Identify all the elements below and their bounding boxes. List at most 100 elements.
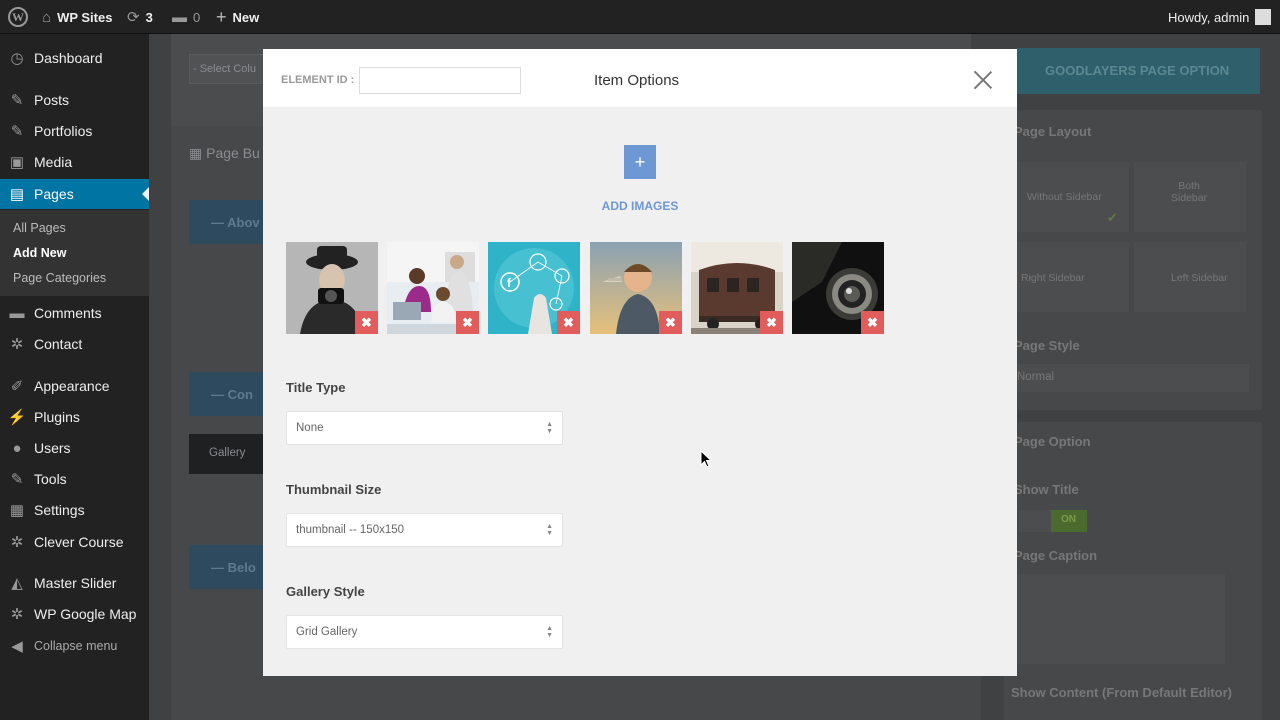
menu-tools[interactable]: ✎ Tools xyxy=(0,464,149,494)
thumbnail-size-label: Thumbnail Size xyxy=(286,482,382,497)
modal-header: ELEMENT ID : Item Options xyxy=(263,49,1017,107)
submenu-add-new[interactable]: Add New xyxy=(13,246,66,260)
element-id-label: ELEMENT ID : xyxy=(281,74,355,86)
gear-icon: ✲ xyxy=(10,606,24,623)
gallery-thumbnail[interactable]: ✖ xyxy=(691,242,783,334)
admin-sidebar: ◷ Dashboard ✎ Posts ✎ Portfolios ▣ Media ▤ Pa… xyxy=(0,34,149,720)
bg-layout-both-text: Both Sidebar xyxy=(1170,180,1208,204)
gallery-style-value: Grid Gallery xyxy=(296,626,358,638)
plus-icon: + xyxy=(634,151,646,172)
comments-count: 0 xyxy=(193,9,201,25)
bg-page-builder-text: Page Bu xyxy=(206,145,260,161)
close-icon[interactable] xyxy=(973,70,993,90)
bg-section-above-text: — Abov xyxy=(211,215,260,230)
menu-label: Plugins xyxy=(34,409,80,425)
bg-section-content-text: — Con xyxy=(211,387,253,402)
bg-page-style: Page Style xyxy=(1014,338,1080,353)
menu-label: Contact xyxy=(34,336,83,352)
select-arrows-icon: ▲ ▼ xyxy=(546,421,553,435)
delete-image-button[interactable]: ✖ xyxy=(861,311,884,334)
avatar xyxy=(1255,9,1272,25)
delete-image-button[interactable]: ✖ xyxy=(760,311,783,334)
item-options-modal: ELEMENT ID : Item Options + ADD IMAGES ✖ xyxy=(263,49,1017,676)
collapse-label: Collapse menu xyxy=(34,639,118,653)
menu-users[interactable]: ● Users xyxy=(0,433,149,463)
refresh-icon: ⟳ xyxy=(127,9,140,26)
submenu-all-pages[interactable]: All Pages xyxy=(13,221,66,235)
menu-contact[interactable]: ✲ Contact xyxy=(0,329,149,359)
menu-plugins[interactable]: ⚡ Plugins xyxy=(0,402,149,432)
menu-label: Appearance xyxy=(34,378,110,394)
add-images-label[interactable]: ADD IMAGES xyxy=(263,199,1017,213)
menu-media[interactable]: ▣ Media xyxy=(0,147,149,177)
gallery-style-select[interactable]: Grid Gallery ▲ ▼ xyxy=(286,615,563,649)
menu-label: WP Google Map xyxy=(34,606,137,622)
menu-dashboard[interactable]: ◷ Dashboard xyxy=(0,43,149,73)
settings-icon: ▦ xyxy=(9,502,25,519)
title-type-value: None xyxy=(296,422,324,434)
menu-label: Settings xyxy=(34,502,85,518)
modal-title: Item Options xyxy=(594,72,680,89)
gallery-thumbnail[interactable]: ✖ xyxy=(792,242,884,334)
bg-caption-textarea xyxy=(1011,574,1225,664)
submenu-page-categories[interactable]: Page Categories xyxy=(13,271,106,285)
menu-master-slider[interactable]: ◭ Master Slider xyxy=(0,568,149,598)
bg-toggle-on-text: ON xyxy=(1061,514,1076,525)
menu-label: Master Slider xyxy=(34,575,117,591)
delete-image-button[interactable]: ✖ xyxy=(355,311,378,334)
new-content-link[interactable]: + New xyxy=(216,0,259,34)
dashboard-icon: ◷ xyxy=(10,50,24,67)
wrench-icon: ✎ xyxy=(10,471,24,488)
media-icon: ▣ xyxy=(9,154,25,171)
bg-above-label: Abov xyxy=(227,215,260,230)
site-name-link[interactable]: ⌂ WP Sites xyxy=(42,0,112,34)
delete-image-button[interactable]: ✖ xyxy=(557,311,580,334)
plus-icon: + xyxy=(216,6,227,27)
menu-label: Dashboard xyxy=(34,50,103,66)
home-icon: ⌂ xyxy=(42,8,52,26)
gallery-thumbnail[interactable]: ✖ xyxy=(387,242,479,334)
menu-clever-course[interactable]: ✲ Clever Course xyxy=(0,527,149,557)
bg-layout-left-text: Left Sidebar xyxy=(1171,272,1228,284)
menu-label: Portfolios xyxy=(34,123,93,139)
bg-section-below-text: — Belo xyxy=(211,560,256,575)
gallery-thumbnail[interactable]: ✖ xyxy=(286,242,378,334)
comments-link[interactable]: ▬ 0 xyxy=(172,0,200,34)
wp-logo-menu[interactable]: W xyxy=(8,0,28,34)
title-type-select[interactable]: None ▲ ▼ xyxy=(286,411,563,445)
add-images-button[interactable]: + xyxy=(624,145,656,179)
slider-icon: ◭ xyxy=(11,575,23,592)
thumbnail-size-select[interactable]: thumbnail -- 150x150 ▲ ▼ xyxy=(286,513,563,547)
select-arrows-icon: ▲ ▼ xyxy=(546,625,553,639)
menu-pages[interactable]: ▤ Pages xyxy=(0,179,149,209)
menu-wp-google-map[interactable]: ✲ WP Google Map xyxy=(0,599,149,629)
user-icon: ● xyxy=(12,439,22,457)
account-menu[interactable]: Howdy, admin xyxy=(1168,0,1272,34)
bg-layout-without-text: Without Sidebar xyxy=(1027,191,1102,203)
bg-page-style-value: Normal xyxy=(1017,371,1055,383)
bg-select-column-text: - Select Colu xyxy=(193,63,256,75)
menu-comments[interactable]: ▬ Comments xyxy=(0,298,149,328)
collapse-menu-button[interactable]: ◀ Collapse menu xyxy=(0,631,149,661)
menu-label: Posts xyxy=(34,92,70,108)
greeting: Howdy, admin xyxy=(1168,9,1250,25)
gear-icon: ✲ xyxy=(10,534,24,551)
bg-check-icon: ✔ xyxy=(1107,210,1118,225)
menu-posts[interactable]: ✎ Posts xyxy=(0,85,149,115)
menu-portfolios[interactable]: ✎ Portfolios xyxy=(0,116,149,146)
bg-show-content: Show Content (From Default Editor) xyxy=(1011,685,1232,700)
menu-label: Media xyxy=(34,154,73,170)
new-label: New xyxy=(232,9,260,25)
menu-label: Tools xyxy=(34,471,67,487)
delete-image-button[interactable]: ✖ xyxy=(659,311,682,334)
menu-appearance[interactable]: ✐ Appearance xyxy=(0,371,149,401)
gallery-thumbnail[interactable]: ✖ xyxy=(590,242,682,334)
menu-label: Users xyxy=(34,440,71,456)
element-id-input[interactable] xyxy=(359,67,521,94)
menu-settings[interactable]: ▦ Settings xyxy=(0,495,149,525)
delete-image-button[interactable]: ✖ xyxy=(456,311,479,334)
bg-layout-right-text: Right Sidebar xyxy=(1021,272,1085,284)
updates-link[interactable]: ⟳ 3 xyxy=(127,0,153,34)
gallery-thumbnail[interactable]: f ✖ xyxy=(488,242,580,334)
brush-icon: ✐ xyxy=(10,378,24,395)
